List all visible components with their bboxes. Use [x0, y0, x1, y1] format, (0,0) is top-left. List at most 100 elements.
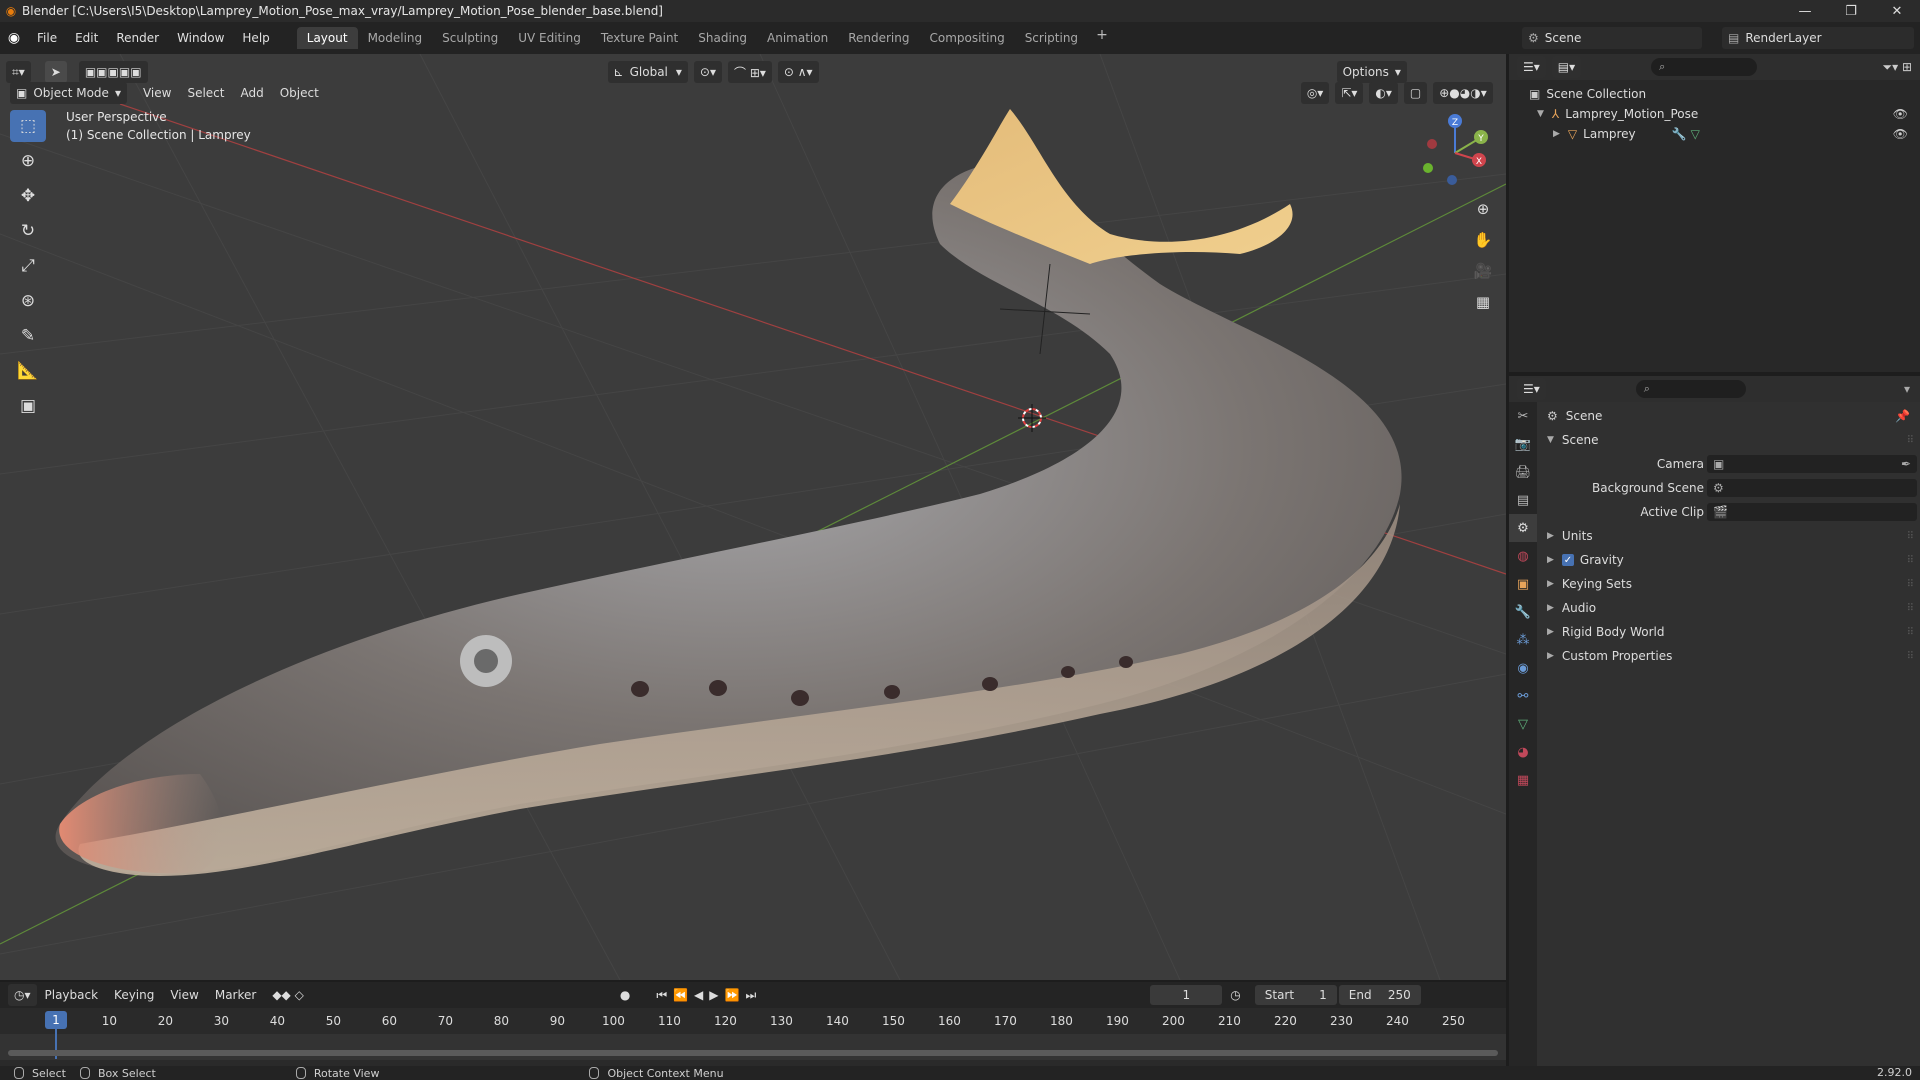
overlay-toggle[interactable]: ◐▾	[1369, 82, 1398, 104]
tab-particles[interactable]: ⁂	[1509, 626, 1537, 654]
add-cube-tool[interactable]: ▣	[10, 390, 46, 422]
tab-compositing[interactable]: Compositing	[919, 27, 1014, 49]
tab-shading[interactable]: Shading	[688, 27, 757, 49]
gravity-checkbox[interactable]: ✓	[1561, 554, 1574, 566]
background-scene-field[interactable]: ⚙	[1707, 479, 1917, 497]
viewport-menu-view[interactable]: View	[135, 86, 179, 100]
viewport-menu-select[interactable]: Select	[179, 86, 232, 100]
panel-rigid-body-world[interactable]: ▶ Rigid Body World ⠿	[1537, 620, 1920, 644]
zoom-button[interactable]: ⊕	[1468, 194, 1498, 224]
camera-view-button[interactable]: 🎥	[1468, 256, 1498, 286]
viewport-menu-add[interactable]: Add	[232, 86, 271, 100]
pin-icon[interactable]: 📌	[1895, 409, 1910, 423]
playback-controls[interactable]: ⏮⏪◀▶⏩⏭	[648, 988, 770, 1003]
navigation-gizmo[interactable]: Z Y X	[1410, 108, 1500, 198]
tab-scene[interactable]: ⚙	[1509, 514, 1537, 542]
xray-toggle[interactable]: ▢	[1403, 82, 1428, 104]
timeline-menu-marker[interactable]: Marker	[207, 988, 264, 1002]
menu-edit[interactable]: Edit	[66, 22, 107, 54]
tab-modifiers[interactable]: 🔧	[1509, 598, 1537, 626]
measure-tool[interactable]: 📐	[10, 355, 46, 387]
tab-render[interactable]: 📷	[1509, 430, 1537, 458]
properties-editor-type[interactable]: ☰▾	[1517, 378, 1546, 400]
cursor-tool[interactable]: ⊕	[10, 145, 46, 177]
viewport-menu-object[interactable]: Object	[272, 86, 327, 100]
drag-handle-icon[interactable]: ⠿	[1907, 627, 1914, 638]
tab-tool[interactable]: ✂	[1509, 402, 1537, 430]
filter-button[interactable]: ⏷▾ ⊞	[1883, 60, 1913, 75]
outliner-row-lamprey[interactable]: ▶ ▽ Lamprey 🔧 ▽ 👁	[1509, 124, 1920, 144]
panel-custom-properties[interactable]: ▶ Custom Properties ⠿	[1537, 644, 1920, 668]
menu-help[interactable]: Help	[233, 22, 278, 54]
panel-gravity[interactable]: ▶ ✓ Gravity ⠿	[1537, 548, 1920, 572]
timeline-scrollbar[interactable]	[8, 1050, 1498, 1056]
visibility-button[interactable]: ◎▾	[1300, 82, 1330, 104]
gizmo-toggle[interactable]: ⇱▾	[1335, 82, 1364, 104]
scene-selector[interactable]: ⚙ Scene	[1522, 27, 1702, 49]
panel-scene[interactable]: ▼ Scene ⠿	[1537, 428, 1920, 452]
display-mode-button[interactable]: ▤▾	[1551, 56, 1582, 78]
tab-rendering[interactable]: Rendering	[838, 27, 919, 49]
outliner-row-scene-collection[interactable]: ▣ Scene Collection	[1509, 84, 1920, 104]
keyframe-track[interactable]	[0, 1034, 1506, 1060]
panel-audio[interactable]: ▶ Audio ⠿	[1537, 596, 1920, 620]
panel-keying-sets[interactable]: ▶ Keying Sets ⠿	[1537, 572, 1920, 596]
start-frame-field[interactable]: Start 1	[1254, 985, 1337, 1005]
tab-output[interactable]: 🖨	[1509, 458, 1537, 486]
active-clip-field[interactable]: 🎬	[1707, 503, 1917, 521]
properties-search-input[interactable]: ⌕	[1635, 380, 1746, 398]
drag-handle-icon[interactable]: ⠿	[1907, 555, 1914, 566]
tab-uv-editing[interactable]: UV Editing	[508, 27, 591, 49]
tab-sculpting[interactable]: Sculpting	[432, 27, 508, 49]
current-frame-field[interactable]: 1	[1150, 985, 1223, 1005]
playhead[interactable]: 1	[45, 1011, 67, 1029]
timeline-menu-playback[interactable]: Playback	[37, 988, 107, 1002]
tab-view-layer[interactable]: ▤	[1509, 486, 1537, 514]
shading-modes[interactable]: ⊕●◕◑▾	[1433, 82, 1493, 104]
panel-units[interactable]: ▶ Units ⠿	[1537, 524, 1920, 548]
drag-handle-icon[interactable]: ⠿	[1907, 603, 1914, 614]
rotate-tool[interactable]: ↻	[10, 215, 46, 247]
tab-world[interactable]: ◍	[1509, 542, 1537, 570]
move-tool[interactable]: ✥	[10, 180, 46, 212]
record-button[interactable]: ●	[612, 988, 638, 1002]
timeline-editor-type[interactable]: ◷▾	[8, 984, 37, 1006]
blender-menu-icon[interactable]: ◉	[0, 22, 28, 54]
tab-texture-paint[interactable]: Texture Paint	[591, 27, 688, 49]
end-frame-field[interactable]: End 250	[1338, 985, 1421, 1005]
render-layer-selector[interactable]: ▤ RenderLayer	[1722, 27, 1914, 49]
select-box-tool[interactable]: ⬚	[10, 110, 46, 142]
close-button[interactable]: ✕	[1874, 0, 1920, 22]
scale-tool[interactable]: ⤢	[10, 250, 46, 282]
timeline-menu-view[interactable]: View	[162, 988, 206, 1002]
preview-range-icon[interactable]: ◷	[1222, 988, 1248, 1002]
drag-handle-icon[interactable]: ⠿	[1907, 579, 1914, 590]
expand-arrow-icon[interactable]: ▼	[1537, 109, 1544, 119]
mode-dropdown[interactable]: ▣ Object Mode ▾	[10, 82, 127, 104]
outliner-editor-type[interactable]: ☰▾	[1517, 56, 1546, 78]
timeline-menu-keying[interactable]: Keying	[106, 988, 162, 1002]
drag-handle-icon[interactable]: ⠿	[1907, 651, 1914, 662]
visibility-eye-icon[interactable]: 👁	[1893, 107, 1908, 121]
menu-window[interactable]: Window	[168, 22, 233, 54]
menu-render[interactable]: Render	[107, 22, 168, 54]
chevron-down-icon[interactable]: ▾	[1904, 382, 1910, 396]
tab-constraints[interactable]: ⚯	[1509, 682, 1537, 710]
tab-object[interactable]: ▣	[1509, 570, 1537, 598]
expand-arrow-icon[interactable]: ▶	[1553, 129, 1560, 139]
frame-ruler[interactable]: 10 20 30 40 50 60 70 80 90 100 110 120 130 140 150 160 1…	[0, 1008, 1506, 1034]
pan-button[interactable]: ✋	[1468, 225, 1498, 255]
drag-handle-icon[interactable]: ⠿	[1907, 531, 1914, 542]
eyedropper-icon[interactable]: ✒	[1901, 457, 1911, 471]
tab-texture[interactable]: ▦	[1509, 766, 1537, 794]
outliner-search-input[interactable]: ⌕	[1651, 58, 1758, 76]
menu-file[interactable]: File	[28, 22, 66, 54]
perspective-toggle-button[interactable]: ▦	[1468, 287, 1498, 317]
tab-animation[interactable]: Animation	[757, 27, 838, 49]
add-workspace-button[interactable]: +	[1088, 27, 1116, 49]
drag-handle-icon[interactable]: ⠿	[1907, 435, 1914, 446]
3d-viewport[interactable]: ⌗▾ ➤ ▣▣▣▣▣ ⊾ Global ▾ ⊙▾ ⌒ ⊞▾ ⊙ ∧▾ Optio…	[0, 54, 1506, 980]
tab-layout[interactable]: Layout	[296, 27, 358, 49]
minimize-button[interactable]: —	[1782, 0, 1828, 22]
camera-field[interactable]: ▣ ✒	[1707, 455, 1917, 473]
